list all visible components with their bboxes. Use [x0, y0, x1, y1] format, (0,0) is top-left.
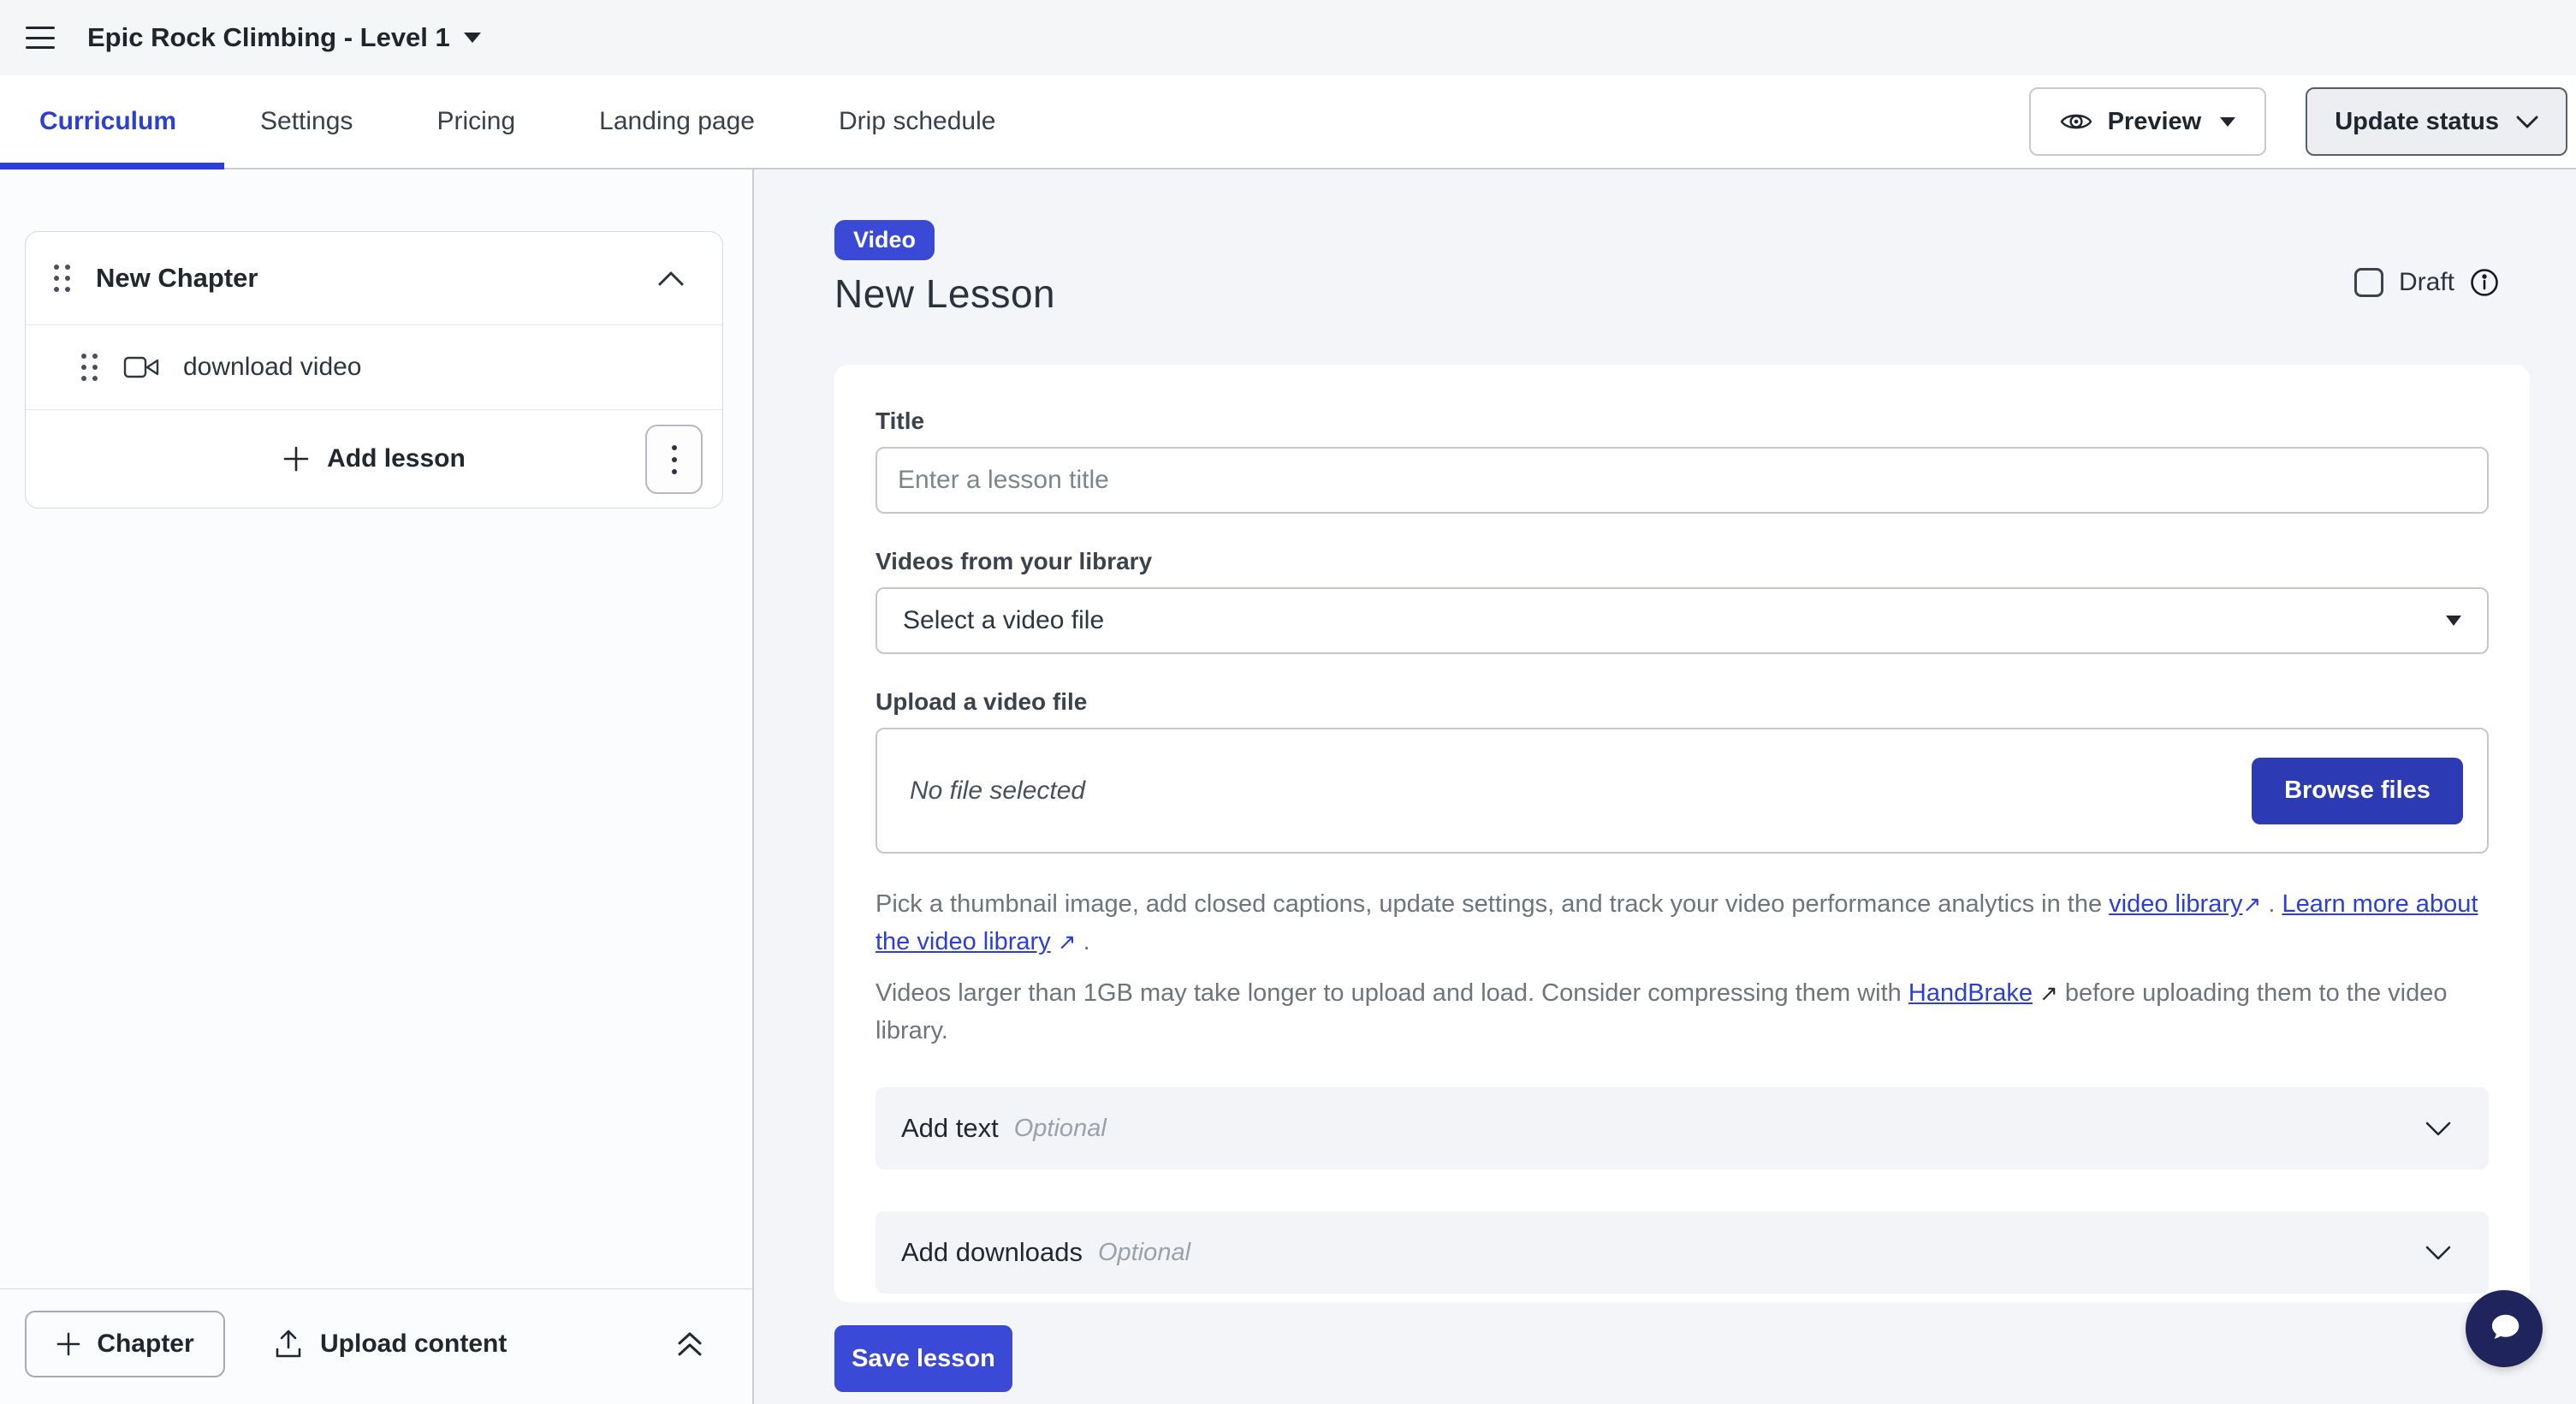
header-actions: Preview Update status: [2029, 87, 2576, 156]
chapter-options-button[interactable]: [645, 425, 703, 494]
chat-bubble-icon: [2482, 1306, 2526, 1351]
chapter-title: New Chapter: [96, 263, 258, 294]
lesson-title: download video: [183, 353, 362, 382]
caret-down-icon: [2220, 117, 2235, 127]
handbrake-link[interactable]: HandBrake: [1908, 979, 2033, 1007]
add-chapter-button[interactable]: Chapter: [25, 1311, 225, 1377]
chevron-down-icon: [464, 33, 481, 43]
tabbar: Curriculum Settings Pricing Landing page…: [0, 75, 2576, 170]
collapse-all-button[interactable]: [675, 1311, 704, 1377]
lesson-row[interactable]: download video: [26, 324, 722, 409]
lesson-form-card: Title Videos from your library Select a …: [834, 365, 2530, 1302]
draft-toggle-group: Draft: [2354, 268, 2499, 297]
tab-drip-schedule[interactable]: Drip schedule: [839, 107, 995, 136]
video-library-link[interactable]: video library: [2109, 890, 2242, 918]
upload-video-label: Upload a video file: [875, 688, 2489, 716]
drag-handle-icon[interactable]: [81, 354, 98, 381]
chevron-down-icon: [2425, 1121, 2451, 1136]
upload-content-button[interactable]: Upload content: [274, 1311, 507, 1377]
optional-tag: Optional: [1014, 1115, 1107, 1143]
tab-settings[interactable]: Settings: [260, 107, 353, 136]
tab-pricing[interactable]: Pricing: [436, 107, 515, 136]
tab-curriculum[interactable]: Curriculum: [39, 107, 176, 136]
add-downloads-label: Add downloads: [901, 1237, 1083, 1268]
course-switcher[interactable]: Epic Rock Climbing - Level 1: [87, 22, 481, 53]
caret-down-icon: [2446, 616, 2461, 626]
course-title: Epic Rock Climbing - Level 1: [87, 22, 450, 53]
chapter-header[interactable]: New Chapter: [26, 232, 722, 324]
external-link-icon: ↗: [2242, 891, 2261, 917]
page-title: New Lesson: [834, 271, 2530, 317]
upload-dropzone[interactable]: No file selected Browse files: [875, 728, 2489, 854]
title-field-label: Title: [875, 408, 2489, 435]
chevron-down-icon: [2516, 116, 2538, 128]
video-library-help-text: Pick a thumbnail image, add closed capti…: [875, 885, 2489, 961]
chat-widget-button[interactable]: [2466, 1290, 2543, 1367]
upload-icon: [274, 1329, 303, 1359]
optional-tag: Optional: [1098, 1239, 1190, 1267]
update-status-label: Update status: [2335, 108, 2499, 136]
help-text: Pick a thumbnail image, add closed capti…: [875, 890, 2109, 918]
video-library-label: Videos from your library: [875, 548, 2489, 575]
help-text: .: [1077, 928, 1090, 955]
lesson-header: Video New Lesson Draft: [834, 220, 2530, 317]
eye-icon: [2060, 110, 2092, 133]
add-text-label: Add text: [901, 1113, 999, 1144]
drag-handle-icon[interactable]: [54, 265, 70, 292]
chevron-down-icon: [2425, 1246, 2451, 1260]
lesson-type-badge: Video: [834, 220, 935, 260]
upload-content-label: Upload content: [320, 1330, 507, 1359]
browse-files-button[interactable]: Browse files: [2252, 758, 2463, 824]
add-text-accordion[interactable]: Add text Optional: [875, 1087, 2489, 1169]
no-file-text: No file selected: [910, 776, 1085, 806]
hamburger-menu-icon[interactable]: [26, 27, 55, 49]
add-lesson-button[interactable]: Add lesson: [26, 410, 722, 508]
help-text: .: [2261, 890, 2282, 918]
topbar: Epic Rock Climbing - Level 1: [0, 0, 2576, 75]
lesson-editor: Video New Lesson Draft Title Videos from…: [754, 170, 2576, 1404]
chevron-up-icon[interactable]: [658, 271, 684, 286]
update-status-button[interactable]: Update status: [2306, 87, 2567, 156]
double-chevron-up-icon: [675, 1330, 704, 1359]
tab-landing-page[interactable]: Landing page: [599, 107, 755, 136]
video-icon: [123, 354, 159, 380]
preview-button[interactable]: Preview: [2029, 87, 2267, 156]
add-chapter-label: Chapter: [97, 1330, 193, 1359]
active-tab-underline: [0, 163, 224, 170]
plus-icon: [282, 445, 310, 473]
save-lesson-button[interactable]: Save lesson: [834, 1325, 1012, 1392]
video-select[interactable]: Select a video file: [875, 587, 2489, 654]
preview-label: Preview: [2108, 108, 2202, 136]
draft-label: Draft: [2399, 268, 2454, 297]
draft-checkbox[interactable]: [2354, 268, 2383, 297]
lesson-title-input[interactable]: [875, 447, 2489, 514]
add-lesson-label: Add lesson: [327, 444, 466, 473]
main-layout: New Chapter download video: [0, 170, 2576, 1404]
curriculum-sidebar: New Chapter download video: [0, 170, 754, 1404]
sidebar-footer: Chapter Upload content: [0, 1288, 752, 1404]
external-link-icon: ↗: [1058, 929, 1077, 955]
compression-help-text: Videos larger than 1GB may take longer t…: [875, 974, 2489, 1050]
add-lesson-row: Add lesson: [26, 409, 722, 508]
video-select-value: Select a video file: [903, 606, 1104, 635]
help-text: Videos larger than 1GB may take longer t…: [875, 979, 1908, 1007]
chapter-card: New Chapter download video: [25, 231, 723, 509]
info-icon[interactable]: [2470, 268, 2499, 297]
add-downloads-accordion[interactable]: Add downloads Optional: [875, 1211, 2489, 1294]
plus-icon: [56, 1331, 81, 1357]
external-link-icon: ↗: [2039, 980, 2058, 1006]
